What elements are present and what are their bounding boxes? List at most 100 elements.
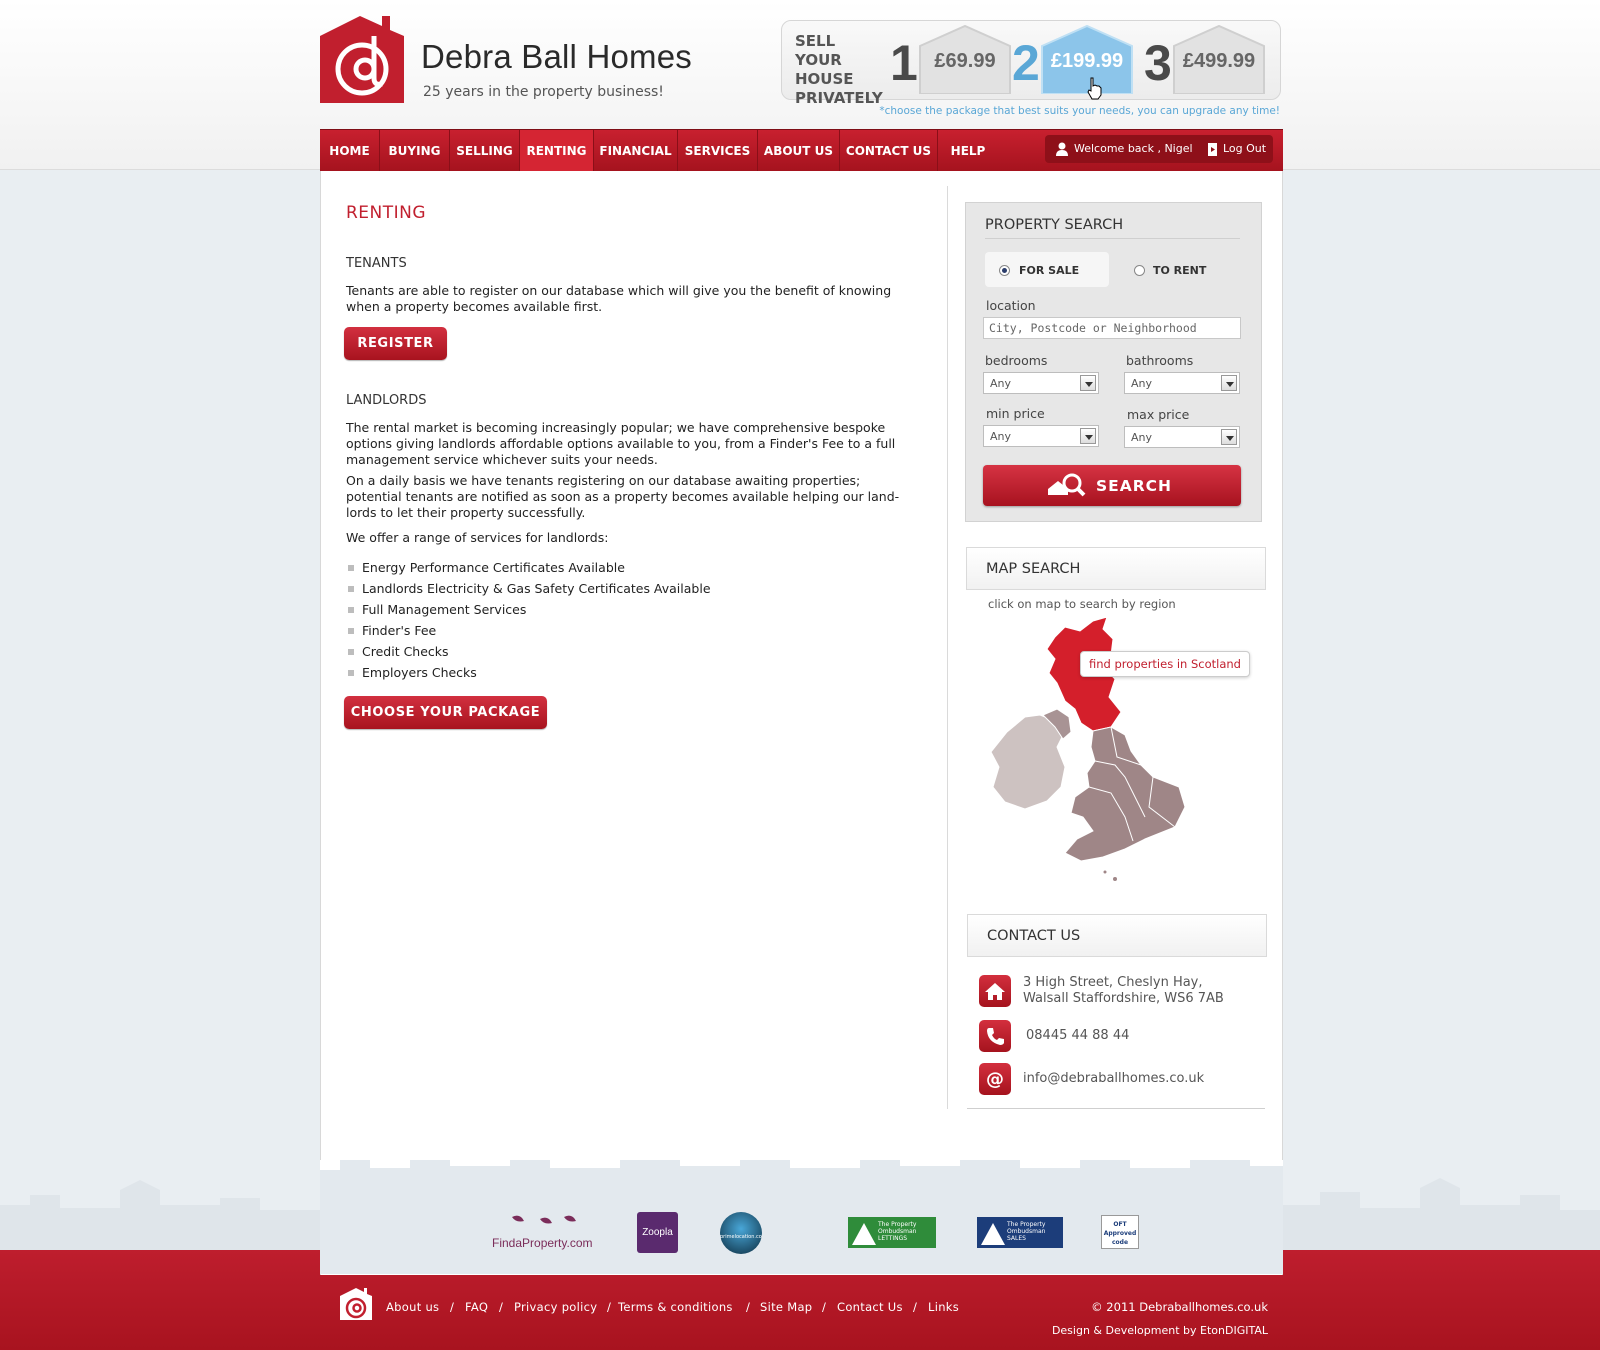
min-price-select[interactable]: Any [983,425,1099,447]
contact-address: 3 High Street, Cheslyn Hay, Walsall Staf… [1023,975,1224,1006]
map-search-hint: click on map to search by region [988,597,1176,611]
zoopla-logo[interactable]: Zoopla [637,1212,678,1253]
choose-package-button[interactable]: CHOOSE YOUR PACKAGE [344,696,547,729]
footer-separator: / [746,1300,750,1314]
for-sale-radio[interactable] [999,265,1010,276]
nav-renting[interactable]: RENTING [520,130,594,172]
findaproperty-logo[interactable]: FindaProperty.com [490,1213,602,1251]
nav-selling[interactable]: SELLING [450,130,520,172]
tenants-heading: TENANTS [346,256,407,271]
nav-home[interactable]: HOME [320,130,380,172]
property-ombudsman-lettings-logo[interactable]: The Property Ombudsman LETTINGS [848,1217,936,1248]
page-title: RENTING [346,203,427,223]
package-number: 3 [1144,35,1172,91]
welcome-message: Welcome back , Nigel [1074,142,1193,155]
chevron-down-icon [1080,375,1096,391]
brand-tagline: 25 years in the property business! [423,84,664,100]
svg-text:FindaProperty.com: FindaProperty.com [492,1236,592,1250]
user-icon [1056,142,1068,156]
contact-phone[interactable]: 08445 44 88 44 [1026,1028,1129,1044]
package-2[interactable]: 2 £199.99 [1012,24,1136,94]
footer-link-faq[interactable]: FAQ [465,1300,488,1314]
contact-email[interactable]: info@debraballhomes.co.uk [1023,1071,1204,1087]
nav-buying[interactable]: BUYING [380,130,450,172]
bathrooms-select[interactable]: Any [1124,372,1240,394]
map-search-title: MAP SEARCH [986,561,1081,577]
primelocation-logo[interactable]: primelocation.com [720,1212,762,1254]
list-item: Employers Checks [348,662,711,683]
list-item: Landlords Electricity & Gas Safety Certi… [348,578,711,599]
package-price: £199.99 [1050,50,1124,72]
landlords-paragraph-3: We offer a range of services for landlor… [346,530,609,545]
chevron-down-icon [1221,429,1237,445]
divider [967,1108,1265,1109]
footer-link-terms[interactable]: Terms & conditions [618,1300,733,1314]
footer-link-sitemap[interactable]: Site Map [760,1300,812,1314]
footer-link-privacy[interactable]: Privacy policy [514,1300,597,1314]
map-tooltip[interactable]: find properties in Scotland [1080,651,1250,677]
package-price: £499.99 [1182,50,1256,72]
chevron-down-icon [1080,428,1096,444]
for-sale-label[interactable]: FOR SALE [1019,264,1079,277]
package-number: 2 [1012,35,1040,91]
max-price-value: Any [1131,431,1153,444]
property-ombudsman-sales-logo[interactable]: The Property Ombudsman SALES [977,1217,1063,1248]
footer-credit[interactable]: Design & Development by EtonDIGITAL [1000,1324,1268,1337]
package-3[interactable]: 3 £499.99 [1144,24,1268,94]
package-price: £69.99 [934,50,996,72]
bathrooms-value: Any [1131,377,1153,390]
footer-separator: / [822,1300,826,1314]
footer-link-links[interactable]: Links [928,1300,959,1314]
footer-separator: / [450,1300,454,1314]
brand-name: Debra Ball Homes [421,38,692,75]
nav-contact-us[interactable]: CONTACT US [840,130,938,172]
bedrooms-select[interactable]: Any [983,372,1099,394]
register-button[interactable]: REGISTER [344,327,447,360]
nav-services[interactable]: SERVICES [678,130,758,172]
list-item: Energy Performance Certificates Availabl… [348,557,711,578]
max-price-label: max price [1127,407,1190,422]
nav-financial[interactable]: FINANCIAL [594,130,678,172]
max-price-select[interactable]: Any [1124,426,1240,448]
to-rent-radio[interactable] [1134,265,1145,276]
min-price-value: Any [990,430,1012,443]
footer-link-about[interactable]: About us [386,1300,439,1314]
package-1[interactable]: 1 £69.99 [890,24,1014,94]
bedrooms-label: bedrooms [985,353,1048,368]
footer-logo[interactable] [340,1288,372,1320]
sell-privately-label: SELL YOUR HOUSE PRIVATELY [795,32,883,107]
bedrooms-value: Any [990,377,1012,390]
nav-help[interactable]: HELP [938,130,998,172]
landlords-heading: LANDLORDS [346,393,427,408]
sell-privately-note: *choose the package that best suits your… [879,105,1280,117]
tenants-text: Tenants are able to register on our data… [346,283,892,314]
logout-icon [1208,143,1217,156]
min-price-label: min price [986,406,1045,421]
home-icon [979,975,1011,1007]
brand-logo[interactable] [320,16,404,103]
property-search-title: PROPERTY SEARCH [985,217,1124,233]
footer-separator: / [499,1300,503,1314]
oft-logo[interactable]: OFT Approved code [1101,1215,1139,1249]
location-label: location [986,298,1036,313]
logout-link[interactable]: Log Out [1223,142,1266,155]
list-item: Finder's Fee [348,620,711,641]
footer-link-contact[interactable]: Contact Us [837,1300,903,1314]
footer-separator: / [607,1300,611,1314]
footer-separator: / [913,1300,917,1314]
svg-text:@: @ [986,1069,1004,1090]
search-button-label[interactable]: SEARCH [1096,477,1172,495]
bathrooms-label: bathrooms [1126,353,1194,368]
landlords-paragraph-1: The rental market is becoming increasing… [346,420,896,467]
services-list: Energy Performance Certificates Availabl… [348,557,711,683]
footer-copyright: © 2011 Debraballhomes.co.uk [1091,1300,1268,1314]
nav-about-us[interactable]: ABOUT US [758,130,840,172]
contact-title: CONTACT US [987,928,1081,944]
to-rent-label[interactable]: TO RENT [1153,264,1206,277]
package-number: 1 [890,35,918,91]
location-input[interactable] [983,317,1241,339]
landlords-paragraph-2: On a daily basis we have tenants registe… [346,473,900,520]
column-divider [947,186,948,1109]
phone-icon [979,1020,1011,1052]
divider [985,238,1240,239]
